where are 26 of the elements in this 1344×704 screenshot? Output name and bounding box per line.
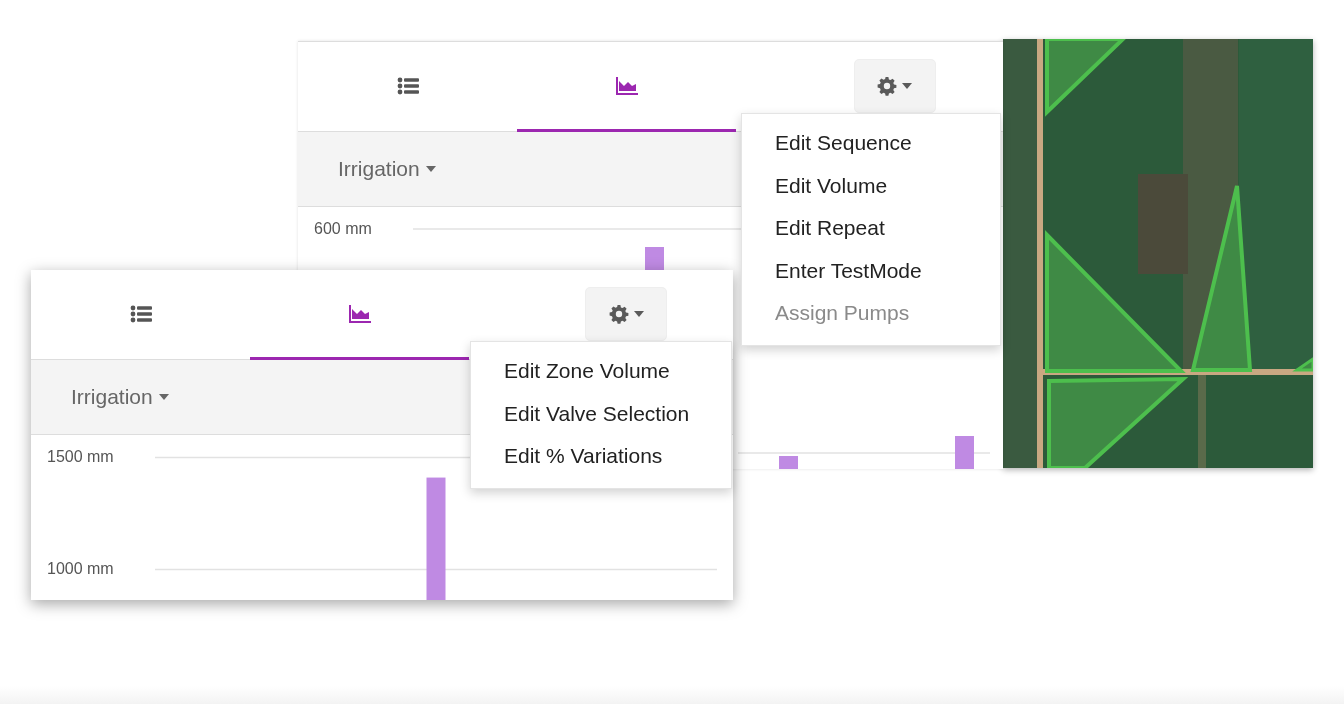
menu-item[interactable]: Enter TestMode — [742, 249, 1000, 292]
settings-button[interactable] — [853, 59, 936, 113]
menu-item[interactable]: Edit Zone Volume — [471, 350, 731, 393]
area-chart-icon — [348, 304, 371, 323]
caret-icon — [633, 311, 644, 317]
menu-item[interactable]: Edit Repeat — [742, 207, 1000, 250]
list-icon — [396, 76, 419, 95]
axis-tick-label: 1500 mm — [47, 448, 114, 467]
chart-bar — [779, 456, 798, 469]
filter-dropdown[interactable]: Irrigation — [338, 157, 436, 181]
menu-item[interactable]: Edit % Variations — [471, 435, 731, 478]
gear-icon — [608, 304, 629, 324]
caret-icon — [425, 166, 436, 172]
menu-item[interactable]: Edit Volume — [742, 164, 1000, 207]
list-icon — [129, 304, 152, 323]
settings-button[interactable] — [585, 287, 667, 341]
gear-icon — [877, 76, 897, 96]
filter-dropdown[interactable]: Irrigation — [71, 385, 169, 409]
caret-icon — [902, 83, 912, 89]
menu-item[interactable]: Edit Sequence — [742, 122, 1000, 165]
area-chart-icon — [615, 76, 638, 95]
caret-icon — [158, 394, 169, 400]
axis-tick-label: 600 mm — [314, 220, 372, 238]
axis-tick-label: 1000 mm — [47, 560, 114, 579]
chart-bar — [955, 436, 974, 469]
menu-item[interactable]: Edit Valve Selection — [471, 392, 731, 435]
